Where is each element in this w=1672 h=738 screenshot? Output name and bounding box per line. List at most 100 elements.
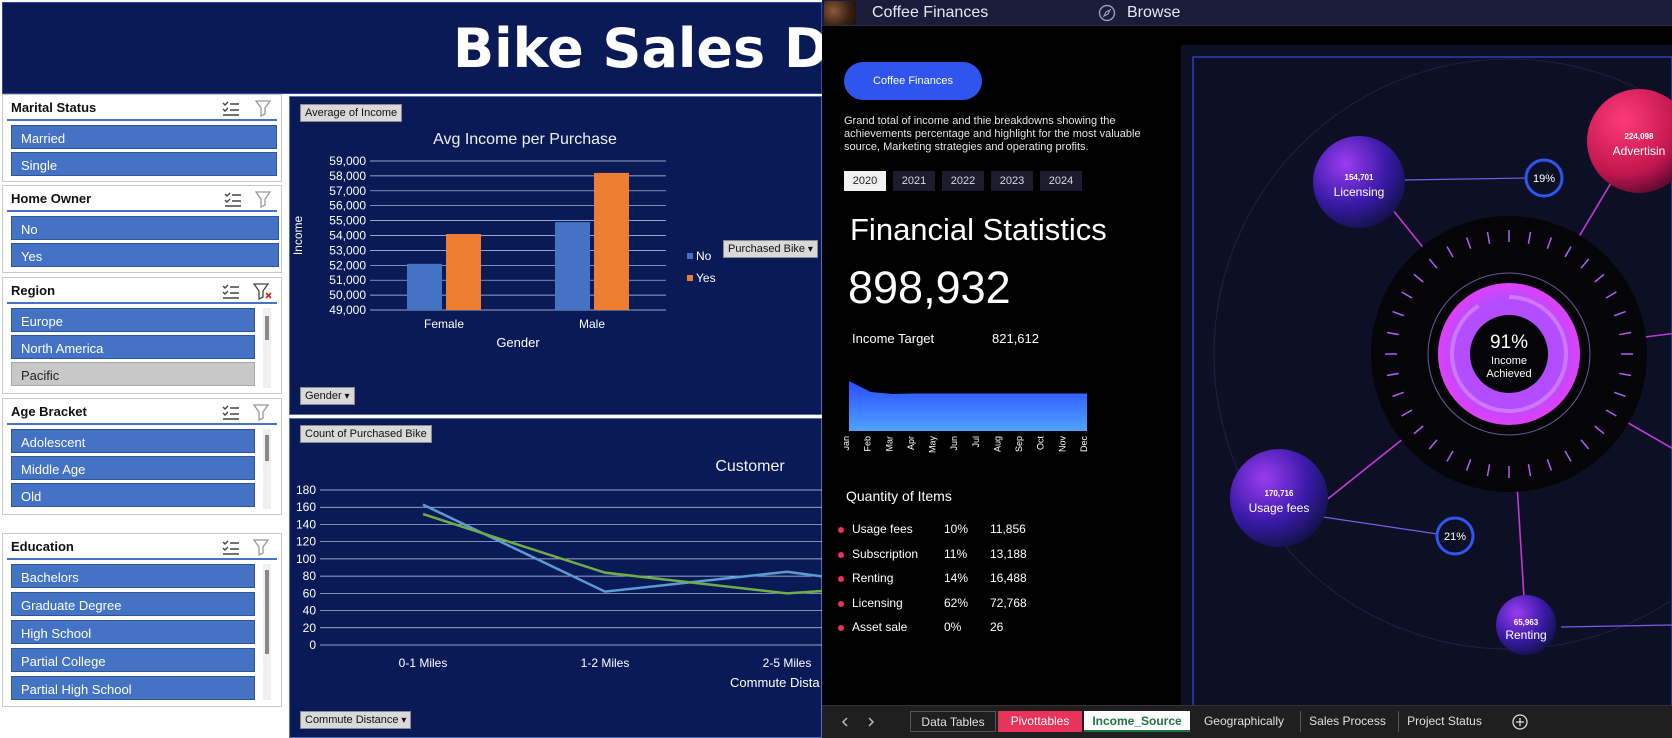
y-tick-label: 53,000 — [329, 243, 366, 257]
y-tick-label: 180 — [296, 483, 316, 497]
node-value: 170,716 — [1265, 489, 1294, 498]
y-tick-label: 49,000 — [329, 303, 366, 317]
tab-pivottables[interactable]: Pivottables — [998, 711, 1082, 732]
browse-link[interactable]: Browse — [1127, 4, 1180, 22]
slicer-item-europe[interactable]: Europe — [11, 308, 255, 332]
axis-field-button[interactable]: Commute Distance — [300, 711, 412, 729]
slicer-header: Region — [7, 278, 277, 304]
clear-filter-active-icon[interactable] — [253, 282, 273, 300]
slicer-item-partial-college[interactable]: Partial College — [11, 648, 255, 672]
item-percent: 14% — [944, 571, 969, 585]
scroll-left-icon[interactable] — [840, 715, 850, 729]
y-axis-label: Income — [291, 216, 305, 256]
item-name: Usage fees — [852, 522, 913, 536]
slicer-item-yes[interactable]: Yes — [11, 243, 279, 267]
year-tab-2022[interactable]: 2022 — [942, 171, 984, 191]
coffee-finances-dashboard: Coffee Finances Browse Coffee Finances G… — [822, 0, 1672, 738]
item-value: 13,188 — [990, 546, 1027, 561]
item-name: Asset sale — [852, 620, 908, 634]
add-sheet-icon[interactable] — [1512, 714, 1528, 730]
chart-title: Avg Income per Purchase — [433, 131, 617, 148]
dashboard-title-bar: Bike Sales Das — [2, 2, 822, 94]
slicer-title: Home Owner — [11, 191, 92, 206]
slicer-item-single[interactable]: Single — [11, 152, 277, 176]
month-label: Dec — [1079, 436, 1089, 453]
multi-select-icon[interactable] — [221, 538, 241, 556]
quantity-row: Usage fees 10% 11,856 — [836, 522, 1076, 542]
tab-project-status[interactable]: Project Status — [1398, 711, 1490, 732]
month-label: Mar — [884, 436, 894, 452]
y-tick-label: 57,000 — [329, 184, 366, 198]
tab-geographically[interactable]: Geographically — [1192, 711, 1296, 732]
clear-filter-icon[interactable] — [253, 538, 273, 556]
legend-field-button[interactable]: Purchased Bike — [723, 240, 818, 258]
month-label: Oct — [1036, 436, 1046, 451]
bullet-dot — [838, 600, 844, 607]
scroll-right-icon[interactable] — [866, 715, 876, 729]
center-line1: Income — [1491, 355, 1527, 367]
multi-select-icon[interactable] — [221, 403, 241, 421]
month-label: Jun — [949, 436, 959, 451]
bullet-dot — [838, 576, 844, 582]
slicer-item-middle-age[interactable]: Middle Age — [11, 456, 255, 480]
node-value: 65,963 — [1514, 618, 1539, 627]
slicer-item-high-school[interactable]: High School — [11, 620, 255, 644]
slicer-item-adolescent[interactable]: Adolescent — [11, 429, 255, 453]
multi-select-icon[interactable] — [221, 282, 241, 300]
center-hole — [1470, 315, 1548, 393]
slicer-item-north-america[interactable]: North America — [11, 335, 255, 359]
tab-income-source[interactable]: Income_Source — [1084, 711, 1190, 732]
series-line-1 — [422, 512, 822, 595]
slicer-item-old[interactable]: Old — [11, 483, 255, 507]
slicer-item-no[interactable]: No — [11, 216, 279, 240]
slicer-item-married[interactable]: Married — [11, 125, 277, 149]
slicer-region: Region Europe North America Pacific — [2, 277, 282, 394]
slicer-item-partial-high-school[interactable]: Partial High School — [11, 676, 255, 700]
clear-filter-icon[interactable] — [255, 99, 275, 117]
bike-sales-dashboard: Bike Sales Das Marital Status Married Si… — [0, 0, 822, 738]
center-line2: Achieved — [1486, 368, 1531, 380]
node-licensing — [1313, 136, 1405, 228]
tab-data-tables[interactable]: Data Tables — [910, 711, 996, 732]
slicer-header: Marital Status — [7, 95, 277, 121]
node-value: 154,701 — [1345, 173, 1374, 182]
month-label: Jan — [844, 436, 851, 451]
item-percent: 11% — [944, 546, 968, 561]
slicer-scrollbar[interactable] — [263, 308, 271, 388]
y-tick-label: 40 — [303, 604, 317, 618]
item-value: 72,768 — [990, 595, 1027, 610]
bullet-dot — [838, 527, 844, 533]
slicer-education: Education Bachelors Graduate Degree High… — [2, 533, 282, 707]
commute-chart-panel: Count of Purchased Bike Customer 0 20 40 60 8… — [289, 418, 822, 738]
slicer-item-pacific[interactable]: Pacific — [11, 362, 255, 386]
x-tick-label: Male — [579, 317, 605, 331]
multi-select-icon[interactable] — [221, 99, 241, 117]
y-tick-label: 20 — [303, 621, 317, 635]
slicer-item-graduate-degree[interactable]: Graduate Degree — [11, 592, 255, 616]
total-income-value: 898,932 — [848, 262, 1011, 313]
year-tab-2020[interactable]: 2020 — [844, 171, 886, 191]
compass-icon[interactable] — [1098, 4, 1116, 22]
slicer-home-owner: Home Owner No Yes — [2, 185, 282, 273]
y-tick-label: 120 — [296, 535, 316, 549]
sheet-tab-bar: Data Tables Pivottables Income_Source Ge… — [822, 705, 1672, 738]
slicer-scrollbar[interactable] — [263, 429, 271, 509]
year-tab-2024[interactable]: 2024 — [1040, 171, 1082, 191]
y-tick-label: 56,000 — [329, 199, 366, 213]
series-line-0 — [422, 503, 822, 593]
coffee-finances-button[interactable]: Coffee Finances — [844, 62, 982, 100]
clear-filter-icon[interactable] — [255, 190, 275, 208]
slicer-item-bachelors[interactable]: Bachelors — [11, 564, 255, 588]
slicer-scrollbar[interactable] — [263, 564, 271, 700]
x-axis-label: Gender — [496, 335, 540, 350]
year-tab-2021[interactable]: 2021 — [893, 171, 935, 191]
multi-select-icon[interactable] — [223, 190, 243, 208]
monthly-area-chart: Jan Feb Mar Apr May Jun Jul Aug Sep Oct Nov Dec — [844, 381, 1089, 453]
legend-swatch — [687, 275, 693, 281]
axis-field-button[interactable]: Gender — [300, 387, 355, 405]
tab-sales-process[interactable]: Sales Process — [1300, 711, 1394, 732]
connector-line — [1560, 624, 1672, 628]
slicer-marital-status: Marital Status Married Single — [2, 94, 282, 182]
clear-filter-icon[interactable] — [253, 403, 273, 421]
year-tab-2023[interactable]: 2023 — [991, 171, 1033, 191]
